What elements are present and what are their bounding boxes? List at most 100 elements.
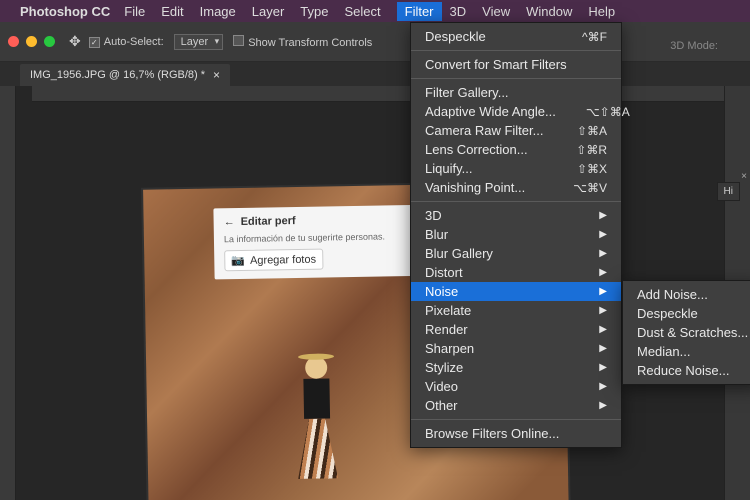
filter-other[interactable]: Other▶ bbox=[411, 396, 621, 415]
menu-3d[interactable]: 3D bbox=[450, 4, 467, 19]
submenu-arrow-icon: ▶ bbox=[599, 400, 607, 411]
auto-select-dropdown[interactable]: Layer bbox=[174, 34, 224, 50]
menu-label: Liquify... bbox=[425, 161, 472, 176]
menu-label: Stylize bbox=[425, 360, 463, 375]
submenu-arrow-icon: ▶ bbox=[599, 362, 607, 373]
filter-render[interactable]: Render ▶ bbox=[411, 320, 621, 339]
close-window-icon[interactable] bbox=[8, 36, 19, 47]
menu-label: Convert for Smart Filters bbox=[425, 57, 567, 72]
menu-image[interactable]: Image bbox=[200, 4, 236, 19]
filter-blur-gallery[interactable]: Blur Gallery▶ bbox=[411, 244, 621, 263]
phone-btn-label: Agregar fotos bbox=[250, 253, 316, 266]
filter-blur[interactable]: Blur ▶ bbox=[411, 225, 621, 244]
document-tab[interactable]: IMG_1956.JPG @ 16,7% (RGB/8) * × bbox=[20, 64, 230, 86]
submenu-arrow-icon: ▶ bbox=[599, 229, 607, 240]
auto-select-label: Auto-Select: bbox=[104, 36, 164, 48]
filter-last[interactable]: Despeckle ^⌘F bbox=[411, 27, 621, 46]
filter-sharpen[interactable]: Sharpen▶ bbox=[411, 339, 621, 358]
filter-menu: Despeckle ^⌘F Convert for Smart Filters … bbox=[410, 22, 622, 448]
right-panel-tab[interactable]: × Hi bbox=[717, 182, 740, 201]
shortcut-text: ⌥⇧⌘A bbox=[586, 105, 630, 119]
shortcut-text: ⇧⌘R bbox=[576, 143, 607, 157]
shortcut-text: ⇧⌘A bbox=[577, 124, 607, 138]
menu-edit[interactable]: Edit bbox=[161, 4, 183, 19]
phone-add-photos: 📷 Agregar fotos bbox=[224, 249, 323, 272]
submenu-arrow-icon: ▶ bbox=[599, 324, 607, 335]
noise-despeckle[interactable]: Despeckle bbox=[623, 304, 750, 323]
document-title: IMG_1956.JPG @ 16,7% (RGB/8) * bbox=[30, 69, 205, 81]
menu-label: Blur bbox=[425, 227, 448, 242]
filter-noise[interactable]: Noise▶ bbox=[411, 282, 621, 301]
filter-stylize[interactable]: Stylize ▶ bbox=[411, 358, 621, 377]
menu-label: Reduce Noise... bbox=[637, 363, 730, 378]
filter-gallery[interactable]: Filter Gallery... bbox=[411, 83, 621, 102]
right-panel-tab-label: Hi bbox=[724, 186, 733, 197]
shortcut-text: ⇧⌘X bbox=[577, 162, 607, 176]
move-tool-icon[interactable]: ✥ bbox=[69, 33, 81, 50]
shortcut-text: ⌥⌘V bbox=[573, 181, 607, 195]
menu-label: Distort bbox=[425, 265, 463, 280]
submenu-arrow-icon: ▶ bbox=[599, 248, 607, 259]
options-bar: ✥ Auto-Select: Layer Show Transform Cont… bbox=[0, 22, 750, 62]
filter-distort[interactable]: Distort ▶ bbox=[411, 263, 621, 282]
menu-label: Camera Raw Filter... bbox=[425, 123, 543, 138]
person-figure bbox=[296, 356, 338, 477]
menu-layer[interactable]: Layer bbox=[252, 4, 285, 19]
auto-select-checkbox[interactable]: Auto-Select: bbox=[89, 36, 164, 48]
menu-select[interactable]: Select bbox=[344, 4, 380, 19]
filter-vanishing[interactable]: Vanishing Point... ⌥⌘V bbox=[411, 178, 621, 197]
zoom-window-icon[interactable] bbox=[44, 36, 55, 47]
phone-header-text: Editar perf bbox=[241, 215, 296, 228]
submenu-arrow-icon: ▶ bbox=[599, 381, 607, 392]
window-controls bbox=[8, 36, 55, 47]
filter-camera-raw[interactable]: Camera Raw Filter... ⇧⌘A bbox=[411, 121, 621, 140]
filter-convert-smart[interactable]: Convert for Smart Filters bbox=[411, 55, 621, 74]
filter-adaptive[interactable]: Adaptive Wide Angle...⌥⇧⌘A bbox=[411, 102, 621, 121]
noise-median[interactable]: Median... bbox=[623, 342, 750, 361]
show-transform-checkbox[interactable]: Show Transform Controls bbox=[233, 35, 372, 49]
camera-icon: 📷 bbox=[231, 254, 245, 267]
menu-filter[interactable]: Filter bbox=[397, 2, 442, 21]
menu-label: Add Noise... bbox=[637, 287, 708, 302]
submenu-arrow-icon: ▶ bbox=[599, 305, 607, 316]
noise-reduce[interactable]: Reduce Noise... bbox=[623, 361, 750, 380]
menu-label: Noise bbox=[425, 284, 458, 299]
noise-dust[interactable]: Dust & Scratches... bbox=[623, 323, 750, 342]
show-transform-label: Show Transform Controls bbox=[248, 37, 372, 49]
close-panel-icon[interactable]: × bbox=[741, 171, 747, 182]
menu-label: Pixelate bbox=[425, 303, 471, 318]
submenu-arrow-icon: ▶ bbox=[599, 210, 607, 221]
menu-label: Lens Correction... bbox=[425, 142, 528, 157]
noise-add[interactable]: Add Noise... bbox=[623, 285, 750, 304]
shortcut-text: ^⌘F bbox=[582, 30, 607, 44]
menu-label: Filter Gallery... bbox=[425, 85, 509, 100]
menu-view[interactable]: View bbox=[482, 4, 510, 19]
3d-mode-label: 3D Mode: bbox=[670, 40, 718, 52]
menu-window[interactable]: Window bbox=[526, 4, 572, 19]
menubar: Photoshop CC File Edit Image Layer Type … bbox=[0, 0, 750, 22]
menu-label: Dust & Scratches... bbox=[637, 325, 748, 340]
filter-video[interactable]: Video ▶ bbox=[411, 377, 621, 396]
submenu-arrow-icon: ▶ bbox=[599, 343, 607, 354]
document-tab-bar: IMG_1956.JPG @ 16,7% (RGB/8) * × bbox=[0, 62, 750, 86]
app-name[interactable]: Photoshop CC bbox=[20, 4, 110, 19]
filter-browse-online[interactable]: Browse Filters Online... bbox=[411, 424, 621, 443]
close-tab-icon[interactable]: × bbox=[213, 68, 220, 82]
menu-label: Vanishing Point... bbox=[425, 180, 525, 195]
menu-label: Video bbox=[425, 379, 458, 394]
menu-help[interactable]: Help bbox=[588, 4, 615, 19]
minimize-window-icon[interactable] bbox=[26, 36, 37, 47]
filter-liquify[interactable]: Liquify... ⇧⌘X bbox=[411, 159, 621, 178]
ruler-vertical bbox=[0, 86, 16, 500]
menu-label: Render bbox=[425, 322, 468, 337]
menu-label: 3D bbox=[425, 208, 442, 223]
filter-pixelate[interactable]: Pixelate ▶ bbox=[411, 301, 621, 320]
submenu-arrow-icon: ▶ bbox=[599, 267, 607, 278]
filter-lens[interactable]: Lens Correction... ⇧⌘R bbox=[411, 140, 621, 159]
back-arrow-icon: ← bbox=[224, 216, 235, 228]
menu-type[interactable]: Type bbox=[300, 4, 328, 19]
menu-file[interactable]: File bbox=[124, 4, 145, 19]
filter-3d[interactable]: 3D ▶ bbox=[411, 206, 621, 225]
menu-label: Despeckle bbox=[637, 306, 698, 321]
menu-label: Browse Filters Online... bbox=[425, 426, 559, 441]
